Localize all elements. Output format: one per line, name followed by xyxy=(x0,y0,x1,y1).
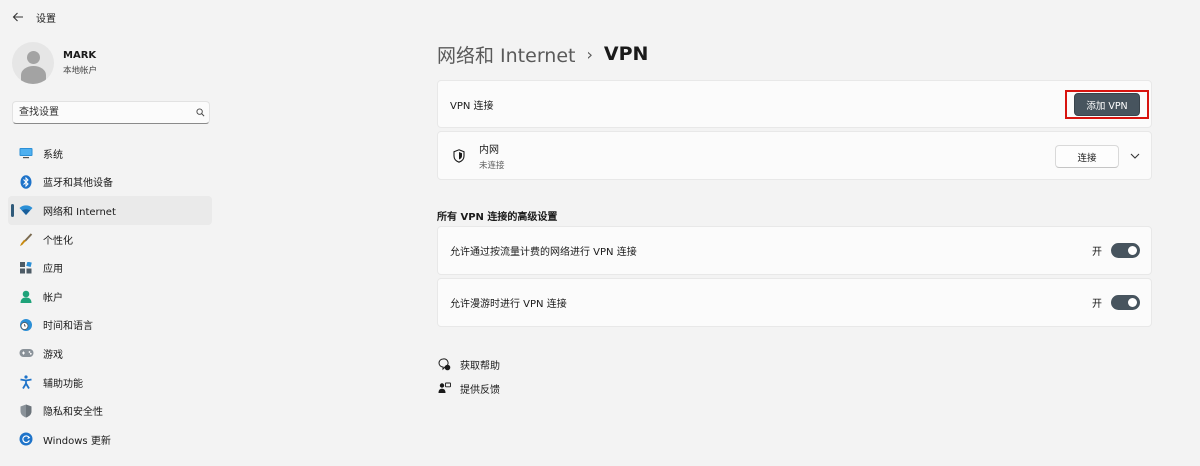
avatar xyxy=(12,42,54,84)
vpn-name: 内网 xyxy=(479,144,499,156)
search-box[interactable] xyxy=(12,101,210,124)
sidebar-item-windows-update[interactable]: Windows 更新 xyxy=(8,425,212,454)
bluetooth-icon xyxy=(18,174,34,190)
sidebar-item-gaming[interactable]: 游戏 xyxy=(8,339,212,368)
sidebar-item-bluetooth[interactable]: 蓝牙和其他设备 xyxy=(8,168,212,197)
vpn-status: 未连接 xyxy=(479,160,505,171)
sidebar-item-time-language[interactable]: 时间和语言 xyxy=(8,311,212,340)
sidebar-item-label: 个性化 xyxy=(43,235,73,247)
breadcrumb-separator: › xyxy=(586,44,593,64)
monitor-icon xyxy=(18,145,34,161)
clock-globe-icon xyxy=(18,317,34,333)
advanced-settings-title: 所有 VPN 连接的高级设置 xyxy=(437,212,558,223)
chevron-down-icon[interactable] xyxy=(1129,150,1141,162)
sidebar-item-label: 游戏 xyxy=(43,349,63,361)
breadcrumb-parent[interactable]: 网络和 Internet xyxy=(437,41,575,68)
sidebar-item-apps[interactable]: 应用 xyxy=(8,253,212,282)
sidebar-item-label: 时间和语言 xyxy=(43,321,93,333)
get-help-label: 获取帮助 xyxy=(460,360,500,372)
setting-label: 允许通过按流量计费的网络进行 VPN 连接 xyxy=(450,247,637,258)
sidebar-item-personalization[interactable]: 个性化 xyxy=(8,225,212,254)
connect-button[interactable]: 连接 xyxy=(1055,145,1119,168)
back-button[interactable] xyxy=(4,3,32,31)
sidebar-item-accessibility[interactable]: 辅助功能 xyxy=(8,368,212,397)
sidebar-item-label: 隐私和安全性 xyxy=(43,407,103,419)
profile-name: MARK xyxy=(63,50,97,61)
wifi-icon xyxy=(18,202,34,218)
page-title: VPN xyxy=(603,43,649,65)
app-title: 设置 xyxy=(36,13,56,25)
sidebar-item-label: 辅助功能 xyxy=(43,378,83,390)
sidebar-item-network[interactable]: 网络和 Internet xyxy=(8,196,212,225)
sidebar-item-label: 系统 xyxy=(43,149,63,161)
vpn-shield-icon xyxy=(452,148,466,163)
sidebar-item-label: 蓝牙和其他设备 xyxy=(43,178,113,190)
title-bar: 设置 xyxy=(0,0,1200,34)
sidebar-item-accounts[interactable]: 帐户 xyxy=(8,282,212,311)
add-vpn-button[interactable]: 添加 VPN xyxy=(1074,93,1140,116)
feedback-link[interactable]: 提供反馈 xyxy=(437,376,500,400)
toggle-state-text: 开 xyxy=(1092,299,1102,310)
sidebar-item-system[interactable]: 系统 xyxy=(8,139,212,168)
apps-icon xyxy=(18,260,34,276)
vpn-connections-label: VPN 连接 xyxy=(450,100,494,112)
feedback-icon xyxy=(437,381,451,395)
highlight-box: 添加 VPN xyxy=(1065,90,1149,119)
sidebar-item-label: 网络和 Internet xyxy=(43,206,116,218)
metered-vpn-toggle[interactable] xyxy=(1111,243,1140,258)
sidebar: MARK 本地帐户 系统 蓝牙和其他设备 网络和 Internet xyxy=(0,34,222,466)
vpn-entry-card[interactable]: 内网 未连接 连接 xyxy=(437,131,1152,180)
roaming-vpn-toggle[interactable] xyxy=(1111,295,1140,310)
accessibility-icon xyxy=(18,374,34,390)
user-profile[interactable]: MARK 本地帐户 xyxy=(12,42,97,84)
breadcrumb: 网络和 Internet › VPN xyxy=(437,40,648,68)
sidebar-item-label: Windows 更新 xyxy=(43,435,111,447)
sidebar-nav: 系统 蓝牙和其他设备 网络和 Internet 个性化 应用 帐户 时间和语言 … xyxy=(8,139,212,454)
profile-account-type: 本地帐户 xyxy=(63,66,98,76)
sidebar-item-privacy[interactable]: 隐私和安全性 xyxy=(8,396,212,425)
metered-vpn-setting: 允许通过按流量计费的网络进行 VPN 连接 开 xyxy=(437,226,1152,275)
search-icon[interactable] xyxy=(191,108,209,117)
help-icon xyxy=(437,357,451,371)
sidebar-item-label: 应用 xyxy=(43,264,63,276)
setting-label: 允许漫游时进行 VPN 连接 xyxy=(450,299,567,310)
roaming-vpn-setting: 允许漫游时进行 VPN 连接 开 xyxy=(437,278,1152,327)
search-input[interactable] xyxy=(13,102,191,123)
toggle-state-text: 开 xyxy=(1092,247,1102,258)
shield-icon xyxy=(18,403,34,419)
update-icon xyxy=(18,431,34,447)
account-icon xyxy=(18,288,34,304)
vpn-connections-card: VPN 连接 添加 VPN xyxy=(437,80,1152,128)
sidebar-item-label: 帐户 xyxy=(43,292,63,304)
feedback-label: 提供反馈 xyxy=(460,384,500,396)
brush-icon xyxy=(18,231,34,247)
gamepad-icon xyxy=(18,345,34,361)
back-arrow-icon xyxy=(12,12,23,22)
get-help-link[interactable]: 获取帮助 xyxy=(437,352,500,376)
help-links: 获取帮助 提供反馈 xyxy=(437,352,500,400)
